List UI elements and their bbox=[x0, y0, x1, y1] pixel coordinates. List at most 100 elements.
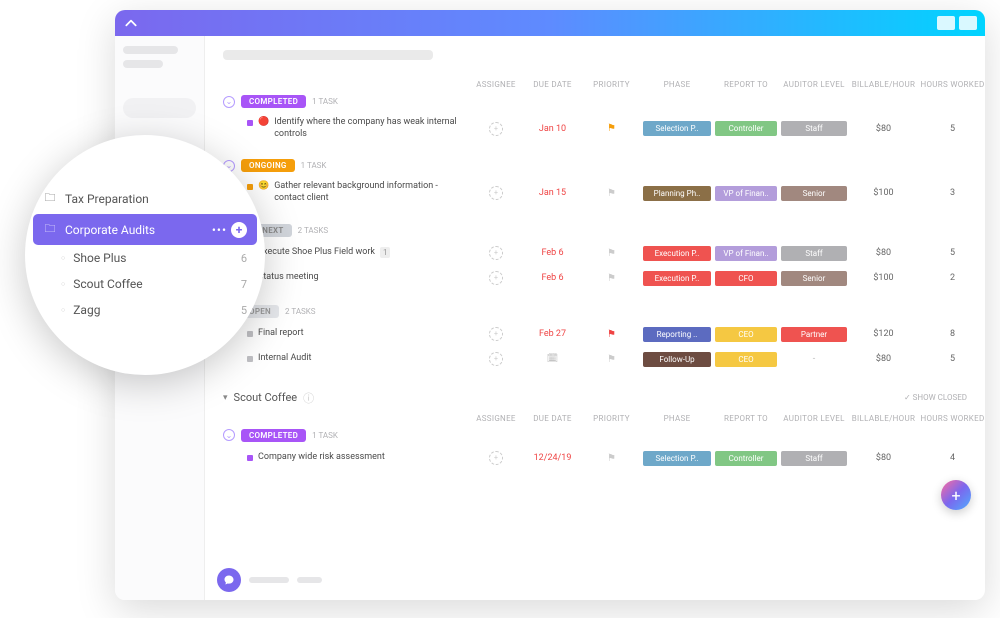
assignee-avatar[interactable]: + bbox=[489, 186, 503, 200]
col-duedate[interactable]: DUE DATE bbox=[525, 80, 580, 89]
task-name[interactable]: Identify where the company has weak inte… bbox=[274, 117, 467, 140]
sidebar-item-tax-prep[interactable]: 🗀 Tax Preparation bbox=[33, 183, 257, 214]
sidebar-item-corporate-audits[interactable]: 🗀 Corporate Audits ••• + bbox=[33, 214, 257, 245]
task-name[interactable]: Final report bbox=[258, 328, 304, 340]
fab-add-button[interactable]: + bbox=[941, 480, 971, 510]
reportto-tag[interactable]: Controller bbox=[715, 121, 777, 136]
phase-tag[interactable]: Selection P.. bbox=[643, 121, 711, 136]
group-info-icon[interactable]: ⓘ bbox=[303, 390, 314, 406]
reportto-tag[interactable]: CEO bbox=[715, 352, 777, 367]
due-date[interactable]: Feb 6 bbox=[525, 248, 580, 258]
col-rate[interactable]: BILLABLE/HOUR bbox=[851, 80, 916, 89]
col-hours[interactable]: HOURS WORKED bbox=[920, 80, 985, 89]
auditor-tag[interactable]: Staff bbox=[781, 451, 847, 466]
phase-tag[interactable]: Execution P.. bbox=[643, 246, 711, 261]
status-pill-completed[interactable]: COMPLETED bbox=[241, 95, 306, 108]
status-pill-completed[interactable]: COMPLETED bbox=[241, 429, 306, 442]
list-group-header[interactable]: ▾ Scout Coffee ⓘ ✓ SHOW CLOSED bbox=[223, 390, 967, 406]
due-date[interactable]: Feb 6 bbox=[525, 273, 580, 283]
status-pill-ongoing[interactable]: ONGOING bbox=[241, 159, 295, 172]
reportto-tag[interactable]: Controller bbox=[715, 451, 777, 466]
col-priority[interactable]: PRIORITY bbox=[584, 414, 639, 423]
reportto-tag[interactable]: CFO bbox=[715, 271, 777, 286]
col-reportto[interactable]: REPORT TO bbox=[715, 80, 777, 89]
col-phase[interactable]: PHASE bbox=[643, 80, 711, 89]
status-completed-header[interactable]: ⌄ COMPLETED 1 TASK bbox=[223, 95, 967, 108]
status-ongoing-header[interactable]: ⌄ ONGOING 1 TASK bbox=[223, 159, 967, 172]
priority-flag[interactable]: ⚑ bbox=[584, 248, 639, 259]
col-assignee[interactable]: ASSIGNEE bbox=[471, 414, 521, 423]
task-name[interactable]: Execute Shoe Plus Field work bbox=[258, 247, 375, 259]
phase-tag[interactable]: Follow-Up bbox=[643, 352, 711, 367]
reportto-tag[interactable]: VP of Finan.. bbox=[715, 186, 777, 201]
subtask-badge[interactable]: 1 bbox=[380, 247, 391, 258]
task-row[interactable]: Internal Audit + 🗓 ⚑ Follow-Up CEO - $80… bbox=[223, 347, 967, 372]
chevron-down-icon[interactable]: ⌄ bbox=[223, 429, 235, 441]
sidebar-item-shoe-plus[interactable]: ○ Shoe Plus 6 bbox=[33, 245, 257, 271]
task-name[interactable]: Internal Audit bbox=[258, 353, 311, 365]
assignee-avatar[interactable]: + bbox=[489, 246, 503, 260]
sidebar-item-scout-coffee[interactable]: ○ Scout Coffee 7 bbox=[33, 271, 257, 297]
more-icon[interactable]: ••• bbox=[212, 223, 227, 237]
task-row[interactable]: Execute Shoe Plus Field work 1 + Feb 6 ⚑… bbox=[223, 241, 967, 266]
auditor-tag[interactable]: Senior bbox=[781, 186, 847, 201]
col-reportto[interactable]: REPORT TO bbox=[715, 414, 777, 423]
assignee-avatar[interactable]: + bbox=[489, 352, 503, 366]
reportto-tag[interactable]: VP of Finan.. bbox=[715, 246, 777, 261]
window-min-button[interactable] bbox=[937, 16, 955, 30]
col-assignee[interactable]: ASSIGNEE bbox=[471, 80, 521, 89]
sidebar-search-input[interactable] bbox=[123, 98, 196, 118]
auditor-tag[interactable]: Senior bbox=[781, 271, 847, 286]
priority-flag[interactable]: ⚑ bbox=[584, 329, 639, 340]
priority-flag[interactable]: ⚑ bbox=[584, 188, 639, 199]
show-closed-toggle[interactable]: ✓ SHOW CLOSED bbox=[904, 393, 967, 402]
task-row[interactable]: Final report + Feb 27 ⚑ Reporting .. CEO… bbox=[223, 322, 967, 347]
sidebar-item-zagg[interactable]: ○ Zagg 5 bbox=[33, 297, 257, 323]
phase-tag[interactable]: Planning Ph.. bbox=[643, 186, 711, 201]
chevron-down-icon[interactable]: ⌄ bbox=[223, 96, 235, 108]
status-open-header[interactable]: ⌄ OPEN 2 TASKS bbox=[223, 305, 967, 318]
task-name[interactable]: Status meeting bbox=[258, 272, 319, 284]
auditor-tag[interactable]: Staff bbox=[781, 246, 847, 261]
task-row[interactable]: 🔴 Identify where the company has weak in… bbox=[223, 112, 967, 145]
reportto-tag[interactable]: CEO bbox=[715, 327, 777, 342]
col-auditor[interactable]: AUDITOR LEVEL bbox=[781, 80, 847, 89]
task-name[interactable]: Gather relevant background information -… bbox=[274, 181, 467, 204]
phase-tag[interactable]: Selection P.. bbox=[643, 451, 711, 466]
col-phase[interactable]: PHASE bbox=[643, 414, 711, 423]
group-title[interactable]: Scout Coffee bbox=[234, 391, 298, 404]
auditor-tag[interactable]: Staff bbox=[781, 121, 847, 136]
window-max-button[interactable] bbox=[959, 16, 977, 30]
auditor-empty[interactable]: - bbox=[781, 354, 847, 364]
task-row[interactable]: Company wide risk assessment + 12/24/19 … bbox=[223, 446, 967, 471]
due-date[interactable]: 12/24/19 bbox=[525, 453, 580, 463]
priority-flag[interactable]: ⚑ bbox=[584, 354, 639, 365]
due-date[interactable]: Feb 27 bbox=[525, 329, 580, 339]
col-rate[interactable]: BILLABLE/HOUR bbox=[851, 414, 916, 423]
assignee-avatar[interactable]: + bbox=[489, 327, 503, 341]
col-hours[interactable]: HOURS WORKED bbox=[920, 414, 985, 423]
phase-tag[interactable]: Execution P.. bbox=[643, 271, 711, 286]
status-upnext-header[interactable]: ⌄ UP NEXT 2 TASKS bbox=[223, 224, 967, 237]
due-date[interactable]: Jan 15 bbox=[525, 188, 580, 198]
col-priority[interactable]: PRIORITY bbox=[584, 80, 639, 89]
col-duedate[interactable]: DUE DATE bbox=[525, 414, 580, 423]
assignee-avatar[interactable]: + bbox=[489, 122, 503, 136]
add-list-button[interactable]: + bbox=[231, 222, 247, 238]
assignee-avatar[interactable]: + bbox=[489, 271, 503, 285]
task-row[interactable]: Status meeting + Feb 6 ⚑ Execution P.. C… bbox=[223, 266, 967, 291]
phase-tag[interactable]: Reporting .. bbox=[643, 327, 711, 342]
auditor-tag[interactable]: Partner bbox=[781, 327, 847, 342]
col-auditor[interactable]: AUDITOR LEVEL bbox=[781, 414, 847, 423]
status-completed-header[interactable]: ⌄ COMPLETED 1 TASK bbox=[223, 429, 967, 442]
collapse-caret-icon[interactable]: ▾ bbox=[223, 393, 228, 403]
priority-flag[interactable]: ⚑ bbox=[584, 273, 639, 284]
due-date-empty[interactable]: 🗓 bbox=[525, 354, 580, 364]
priority-flag[interactable]: ⚑ bbox=[584, 453, 639, 464]
assignee-avatar[interactable]: + bbox=[489, 451, 503, 465]
task-name[interactable]: Company wide risk assessment bbox=[258, 452, 385, 464]
due-date[interactable]: Jan 10 bbox=[525, 124, 580, 134]
priority-flag[interactable]: ⚑ bbox=[584, 123, 639, 134]
chat-button[interactable] bbox=[217, 568, 241, 592]
task-row[interactable]: 😊 Gather relevant background information… bbox=[223, 176, 967, 209]
